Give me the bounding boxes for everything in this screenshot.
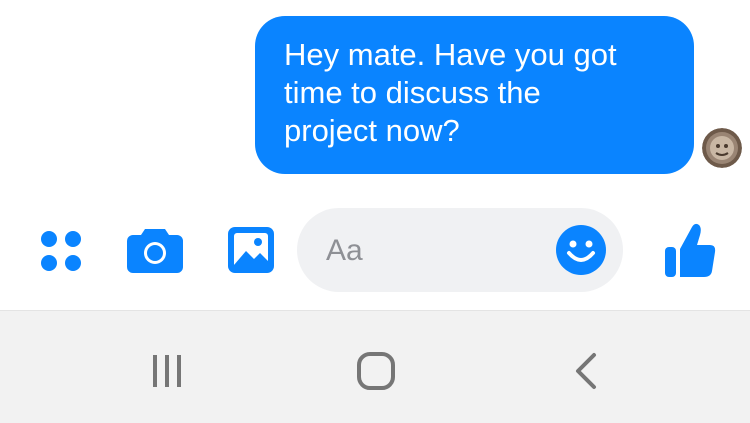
message-line: project now? [284, 113, 460, 148]
read-receipt-avatar [702, 128, 742, 168]
home-icon[interactable] [346, 341, 406, 401]
message-composer: Aa [0, 205, 750, 301]
chat-area: Hey mate. Have you got time to discuss t… [0, 0, 750, 200]
camera-icon[interactable] [126, 223, 184, 275]
message-line: time to discuss the [284, 75, 541, 110]
message-line: Hey mate. Have you got [284, 37, 617, 72]
system-navigation-bar [0, 310, 750, 423]
back-icon[interactable] [556, 341, 616, 401]
menu-dots-icon[interactable] [35, 225, 87, 277]
emoji-icon[interactable] [556, 225, 606, 275]
thumbs-up-icon[interactable] [662, 219, 718, 281]
image-icon[interactable] [225, 223, 277, 277]
recents-icon[interactable] [137, 341, 197, 401]
message-bubble-outgoing[interactable]: Hey mate. Have you got time to discuss t… [255, 16, 694, 174]
message-input[interactable]: Aa [297, 208, 623, 292]
message-input-placeholder: Aa [326, 234, 363, 267]
